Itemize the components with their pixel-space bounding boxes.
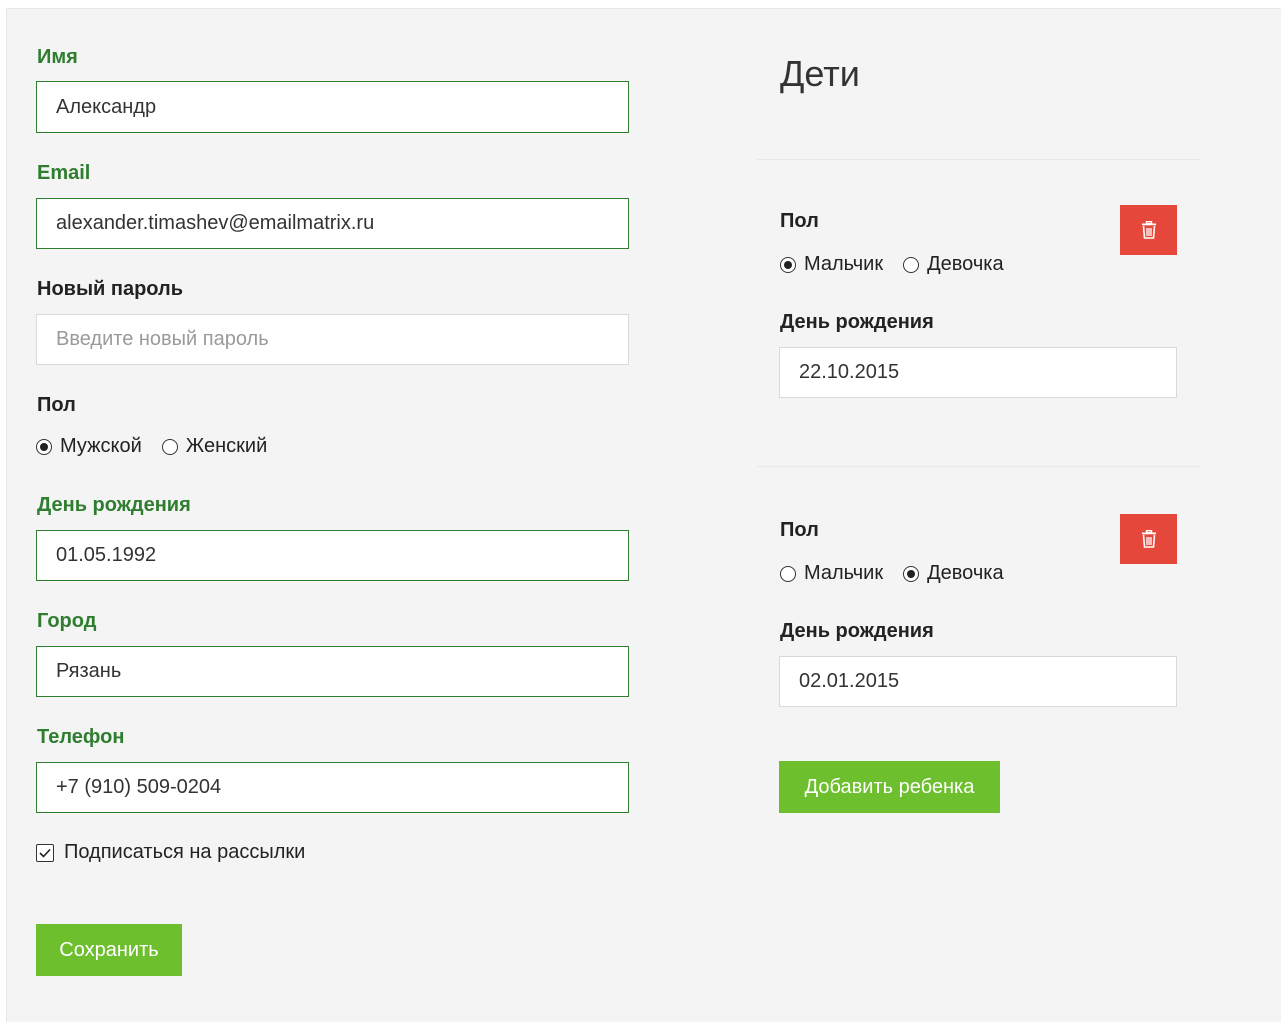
child-birthday-input[interactable] <box>779 656 1177 707</box>
delete-child-button[interactable] <box>1120 514 1177 564</box>
subscribe-checkbox[interactable] <box>36 843 54 862</box>
subscribe-checkbox-row[interactable]: Подписаться на рассылки <box>36 841 305 864</box>
phone-input[interactable] <box>36 762 629 813</box>
child-gender-radio-group: Мальчик Девочка <box>780 253 1004 276</box>
child-gender-option-boy[interactable]: Мальчик <box>780 562 883 585</box>
gender-option-label: Женский <box>185 435 268 457</box>
add-child-button[interactable]: Добавить ребенка <box>779 761 1000 813</box>
email-input[interactable] <box>36 198 629 249</box>
radio-button[interactable] <box>903 565 920 582</box>
checkmark-icon <box>39 848 51 858</box>
trash-icon <box>1141 530 1156 548</box>
child-birthday-label: День рождения <box>780 311 934 333</box>
name-input[interactable] <box>36 81 629 133</box>
child-gender-option-label: Девочка <box>927 562 1004 584</box>
children-divider <box>757 466 1201 467</box>
child-gender-option-boy[interactable]: Мальчик <box>780 253 883 276</box>
gender-label: Пол <box>37 394 76 416</box>
birthday-label: День рождения <box>37 494 191 516</box>
children-divider <box>757 159 1201 160</box>
trash-icon <box>1141 221 1156 239</box>
child-gender-radio-group: Мальчик Девочка <box>780 562 1004 585</box>
profile-panel: Имя Email Новый пароль Пол Мужской Женск… <box>6 8 1281 1022</box>
radio-button[interactable] <box>903 256 920 273</box>
child-birthday-input[interactable] <box>779 347 1177 398</box>
child-birthday-label: День рождения <box>780 620 934 642</box>
birthday-input[interactable] <box>36 530 629 581</box>
name-label: Имя <box>37 46 78 68</box>
radio-button[interactable] <box>36 438 52 455</box>
password-input[interactable] <box>36 314 629 365</box>
child-gender-option-label: Мальчик <box>804 562 884 584</box>
child-gender-label: Пол <box>780 210 819 232</box>
child-gender-option-label: Девочка <box>927 253 1004 275</box>
radio-button[interactable] <box>780 256 796 273</box>
children-heading: Дети <box>780 53 860 94</box>
child-gender-option-girl[interactable]: Девочка <box>903 253 1004 276</box>
gender-option-female[interactable]: Женский <box>161 435 268 458</box>
city-input[interactable] <box>36 646 629 697</box>
subscribe-label: Подписаться на рассылки <box>64 841 306 863</box>
child-gender-label: Пол <box>780 519 819 541</box>
gender-option-male[interactable]: Мужской <box>36 435 142 458</box>
city-label: Город <box>37 610 97 632</box>
child-gender-option-girl[interactable]: Девочка <box>903 562 1004 585</box>
save-button[interactable]: Сохранить <box>36 924 182 976</box>
gender-radio-group: Мужской Женский <box>36 435 267 458</box>
phone-label: Телефон <box>37 726 125 748</box>
radio-button[interactable] <box>780 565 796 582</box>
password-label: Новый пароль <box>37 278 184 300</box>
radio-button[interactable] <box>161 438 178 455</box>
delete-child-button[interactable] <box>1120 205 1177 255</box>
email-label: Email <box>37 162 91 184</box>
child-gender-option-label: Мальчик <box>804 253 884 275</box>
gender-option-label: Мужской <box>60 435 142 457</box>
